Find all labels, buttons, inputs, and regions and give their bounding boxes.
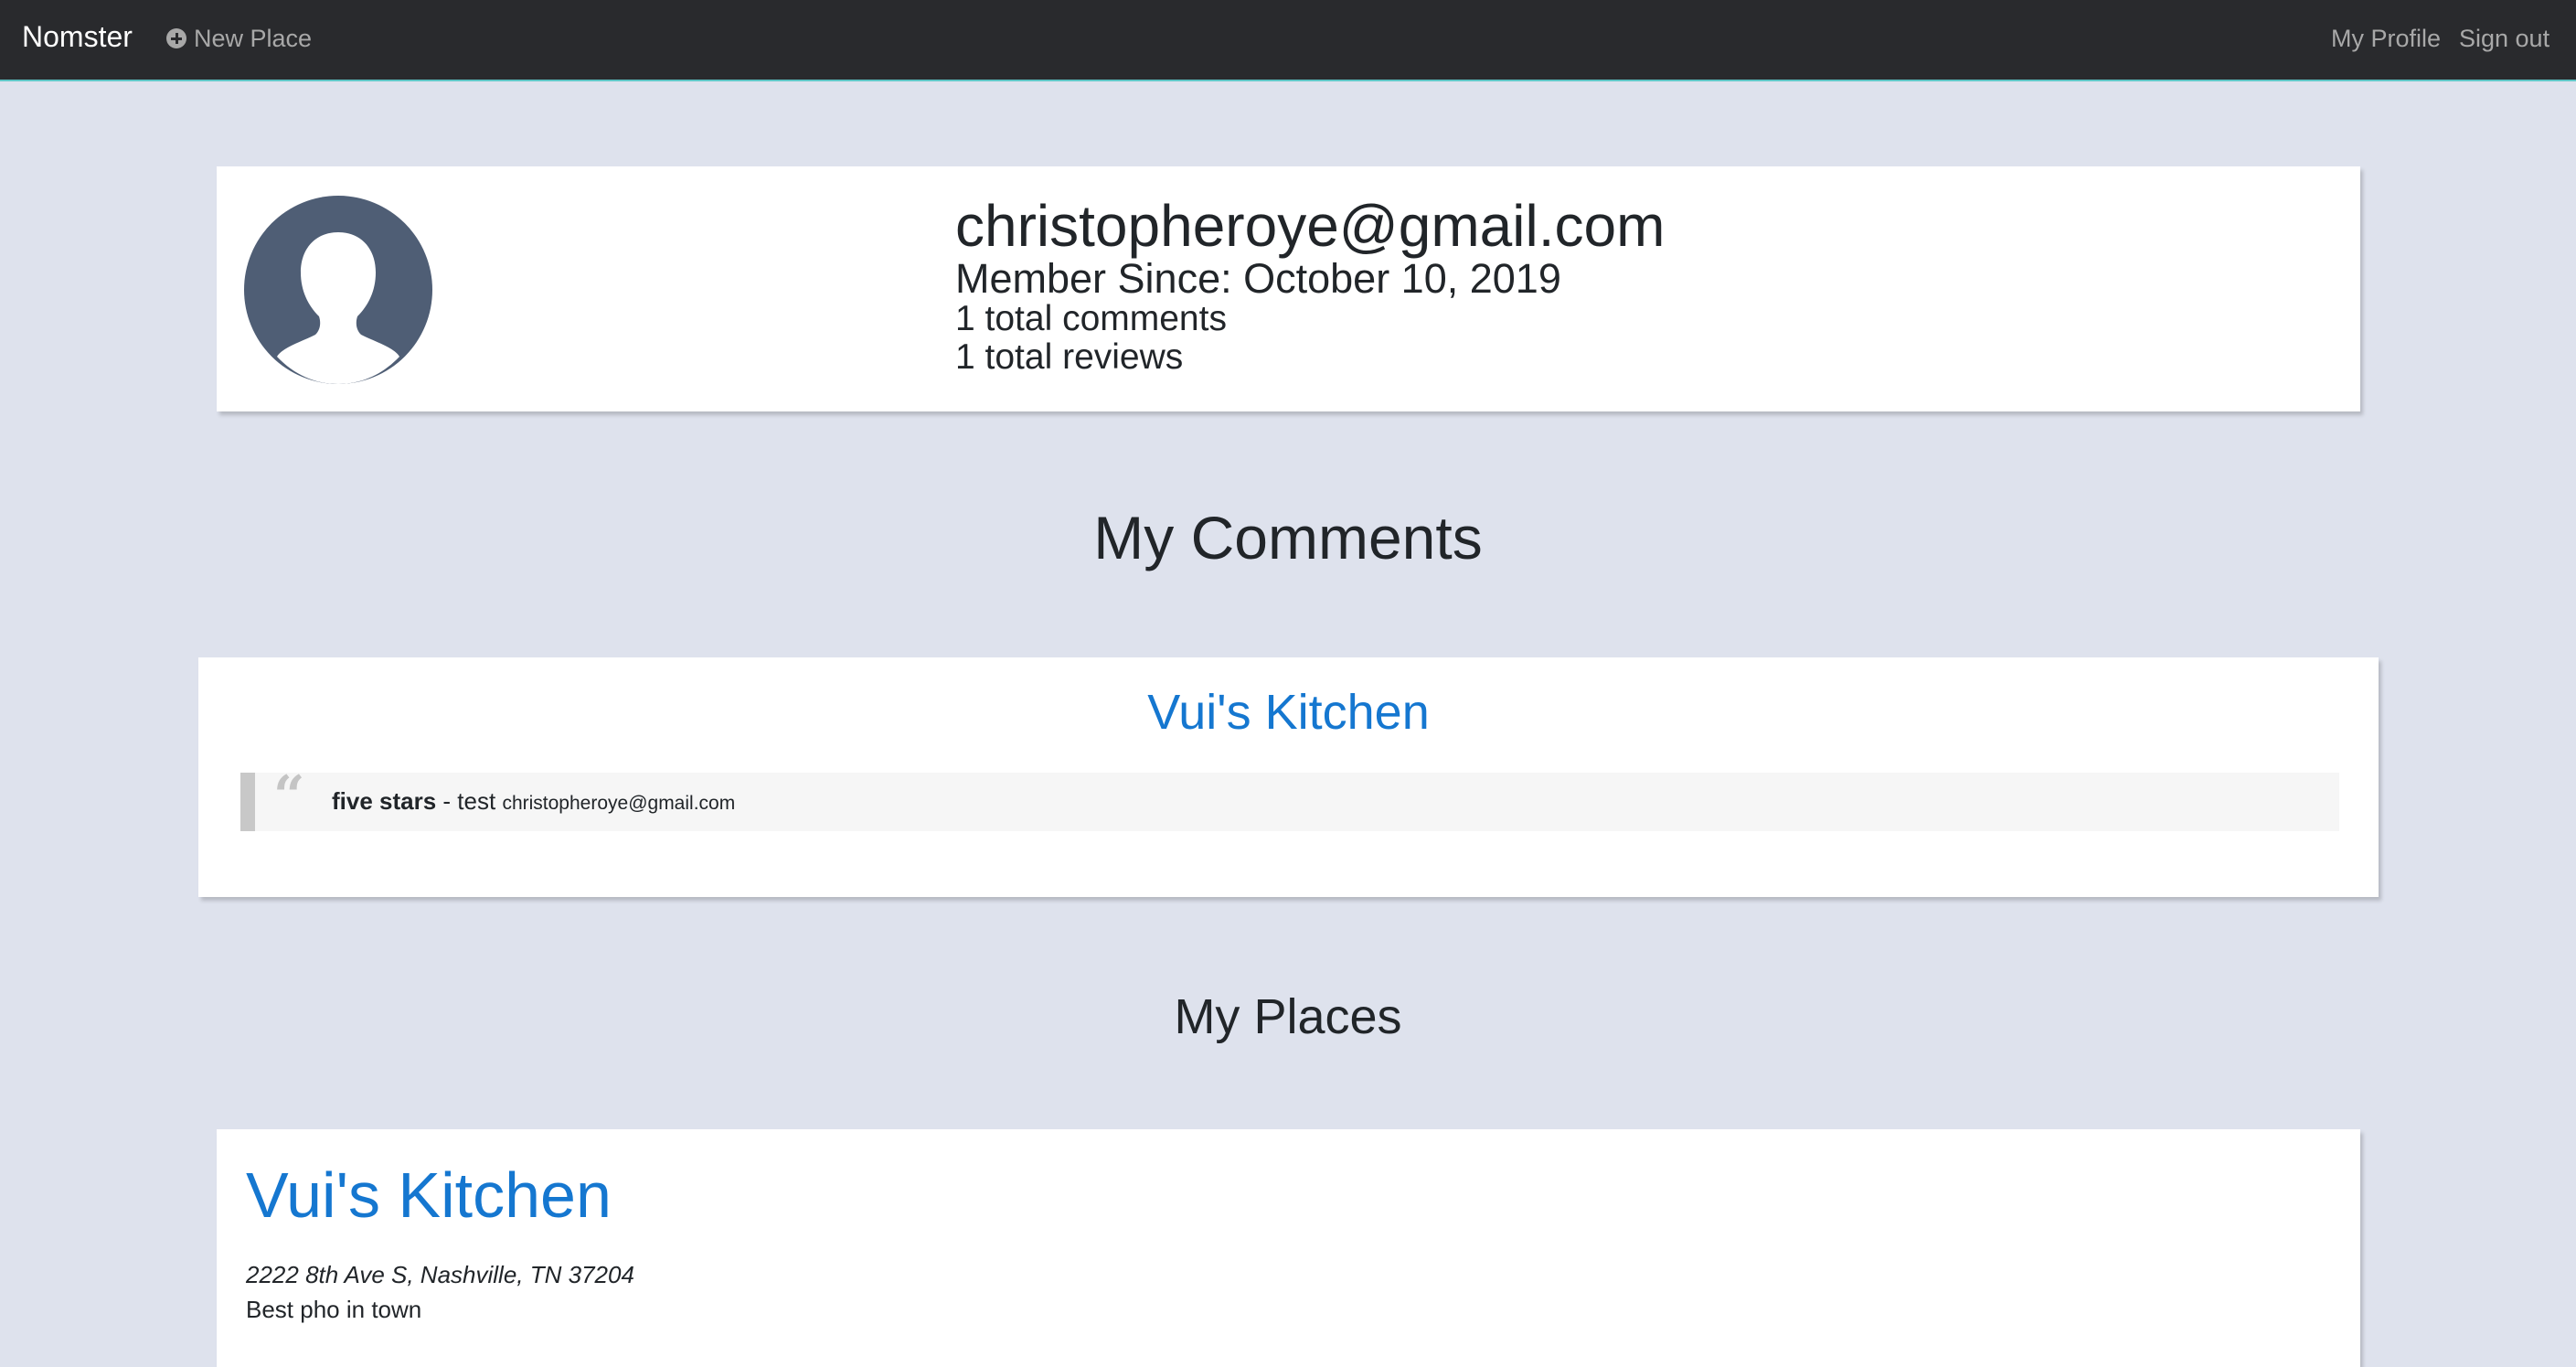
my-profile-link[interactable]: My Profile <box>2331 22 2441 55</box>
avatar <box>244 196 432 384</box>
comment-card: Vui's Kitchen “ five stars - test christ… <box>198 657 2379 897</box>
profile-email: christopheroye@gmail.com <box>955 193 1666 259</box>
comment-separator: - <box>436 787 458 815</box>
total-reviews: 1 total reviews <box>955 337 1184 377</box>
member-since: Member Since: October 10, 2019 <box>955 255 1561 302</box>
sign-out-link[interactable]: Sign out <box>2459 22 2549 55</box>
comment-rating: five stars <box>332 787 437 815</box>
my-comments-heading: My Comments <box>1093 504 1483 571</box>
new-place-label: New Place <box>194 25 313 52</box>
comment-message: test <box>457 787 496 815</box>
comment-place-link[interactable]: Vui's Kitchen <box>198 683 2379 742</box>
place-address: 2222 8th Ave S, Nashville, TN 37204 <box>246 1261 634 1288</box>
profile-info: christopheroye@gmail.com Member Since: O… <box>955 194 1665 377</box>
place-card: Vui's Kitchen 2222 8th Ave S, Nashville,… <box>217 1129 2360 1367</box>
place-name-link[interactable]: Vui's Kitchen <box>246 1157 612 1234</box>
comment-author: christopheroye@gmail.com <box>502 793 736 814</box>
comment-text: five stars - test christopheroye@gmail.c… <box>332 785 735 819</box>
my-places-heading: My Places <box>1174 989 1402 1044</box>
comment-blockquote: “ five stars - test christopheroye@gmail… <box>240 769 2339 831</box>
user-silhouette-icon <box>277 232 399 384</box>
profile-card: christopheroye@gmail.com Member Since: O… <box>217 166 2360 411</box>
place-description: Best pho in town <box>246 1296 422 1323</box>
total-comments: 1 total comments <box>955 299 1227 338</box>
new-place-link[interactable]: New Place <box>166 22 312 55</box>
plus-circle-icon <box>166 28 186 48</box>
brand-link[interactable]: Nomster <box>22 18 133 55</box>
navbar: Nomster New Place My Profile Sign out <box>0 0 2576 81</box>
quote-icon: “ <box>273 764 305 828</box>
